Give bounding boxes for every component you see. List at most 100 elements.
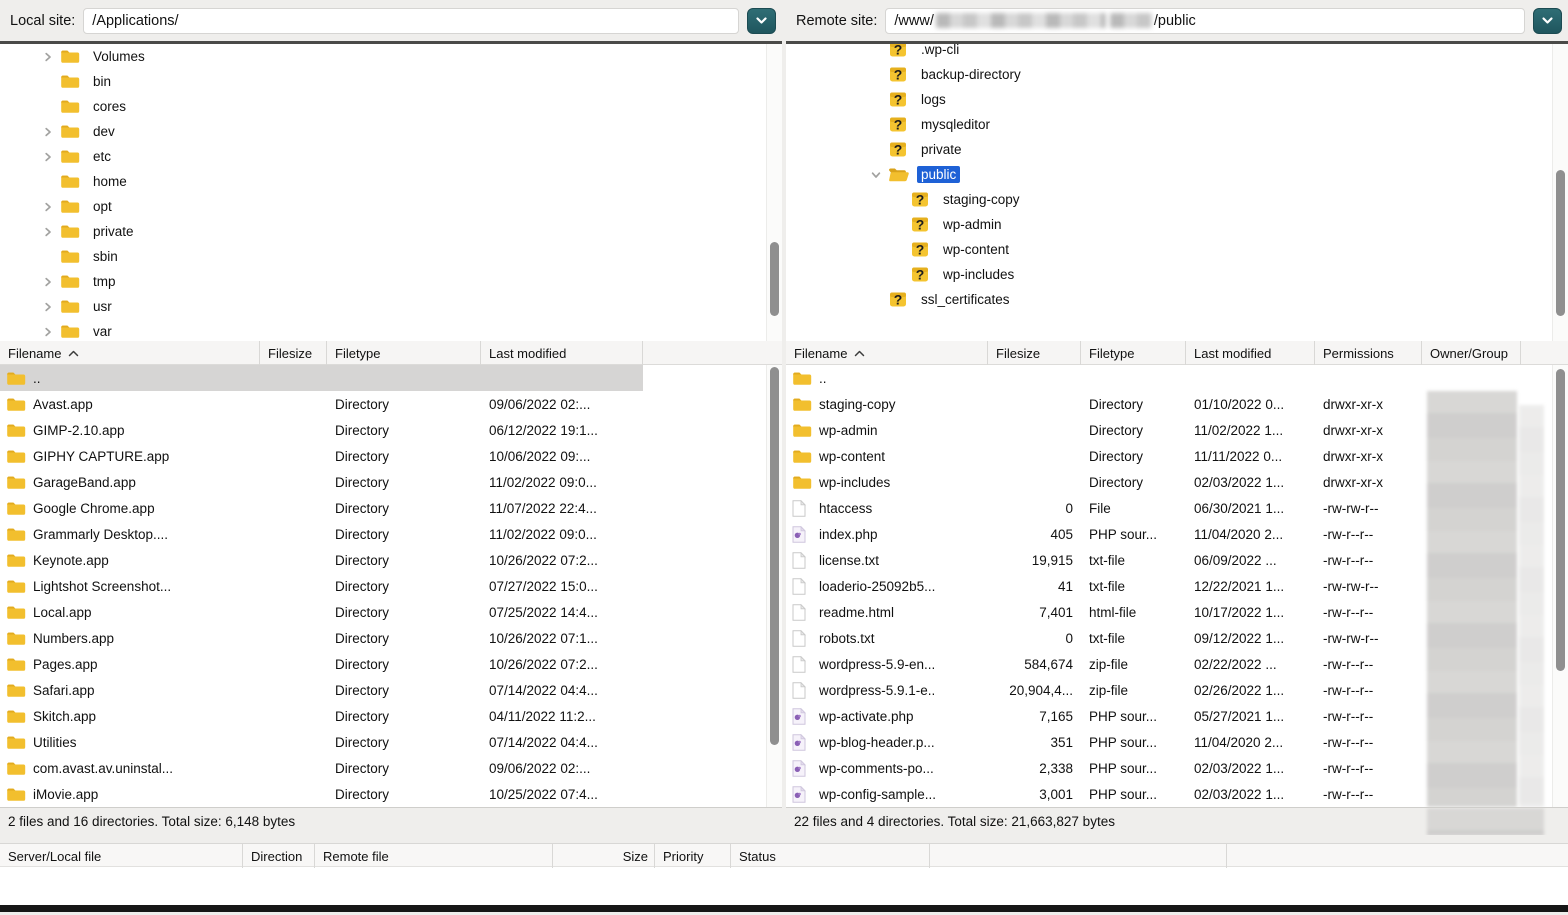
tree-item-logs[interactable]: ?logs xyxy=(786,87,1552,112)
modified-cell: 10/17/2022 1... xyxy=(1186,605,1315,620)
local-path-input[interactable]: /Applications/ xyxy=(83,8,739,34)
queue-column-header-priority[interactable]: Priority xyxy=(655,844,731,868)
column-header-last-modified[interactable]: Last modified xyxy=(1186,341,1315,365)
remote-tree-scrollbar[interactable] xyxy=(1552,44,1568,341)
tree-item-opt[interactable]: opt xyxy=(0,194,766,219)
local-path-value: /Applications/ xyxy=(92,13,178,29)
remote-tree-scrollbar-thumb[interactable] xyxy=(1556,170,1565,316)
type-cell: Directory xyxy=(327,787,481,802)
tree-expander[interactable] xyxy=(864,162,888,187)
tree-item-sbin[interactable]: sbin xyxy=(0,244,766,269)
file-row-Numbers.app[interactable]: Numbers.appDirectory10/26/2022 07:1... xyxy=(0,625,782,651)
file-row-Local.app[interactable]: Local.appDirectory07/25/2022 14:4... xyxy=(0,599,782,625)
chevron-right-icon xyxy=(43,127,53,137)
size-cell: 7,401 xyxy=(988,605,1081,620)
column-header-owner-group[interactable]: Owner/Group xyxy=(1422,341,1521,365)
file-row-Safari.app[interactable]: Safari.appDirectory07/14/2022 04:4... xyxy=(0,677,782,703)
column-header-filename[interactable]: Filename xyxy=(0,341,260,365)
transfer-queue-body[interactable] xyxy=(0,867,1568,905)
tree-item-home[interactable]: home xyxy=(0,169,766,194)
remote-path-input[interactable]: /www/ /public xyxy=(885,8,1525,34)
file-row-Utilities[interactable]: UtilitiesDirectory07/14/2022 04:4... xyxy=(0,729,782,755)
modified-cell: 01/10/2022 0... xyxy=(1186,397,1315,412)
tree-item-wp-includes[interactable]: ?wp-includes xyxy=(786,262,1552,287)
remote-path-dropdown-button[interactable] xyxy=(1533,8,1562,34)
tree-item-label: cores xyxy=(89,98,130,115)
tree-item-icon: ? xyxy=(888,44,910,58)
tree-item-mysqleditor[interactable]: ?mysqleditor xyxy=(786,112,1552,137)
column-header-last-modified[interactable]: Last modified xyxy=(481,341,643,365)
remote-list-scrollbar[interactable] xyxy=(1552,365,1568,807)
tree-item-wp-content[interactable]: ?wp-content xyxy=(786,237,1552,262)
file-row-Lightshot-Screenshot...[interactable]: Lightshot Screenshot...Directory07/27/20… xyxy=(0,573,782,599)
tree-item-etc[interactable]: etc xyxy=(0,144,766,169)
queue-column-header-direction[interactable]: Direction xyxy=(243,844,315,868)
file-row-..[interactable]: .. xyxy=(786,365,1568,391)
file-type-icon xyxy=(6,396,26,413)
file-row-GarageBand.app[interactable]: GarageBand.appDirectory11/02/2022 09:0..… xyxy=(0,469,782,495)
expander-spacer xyxy=(886,187,910,212)
local-path-dropdown-button[interactable] xyxy=(747,8,776,34)
file-row-Pages.app[interactable]: Pages.appDirectory10/26/2022 07:2... xyxy=(0,651,782,677)
tree-expander[interactable] xyxy=(36,294,60,319)
tree-item-usr[interactable]: usr xyxy=(0,294,766,319)
tree-expander[interactable] xyxy=(36,269,60,294)
column-header-permissions[interactable]: Permissions xyxy=(1315,341,1422,365)
local-list-scrollbar[interactable] xyxy=(766,365,782,807)
file-icon xyxy=(792,630,812,647)
tree-item-bin[interactable]: bin xyxy=(0,69,766,94)
tree-item-.wp-cli[interactable]: ?.wp-cli xyxy=(786,44,1552,62)
file-row-..[interactable]: .. xyxy=(0,365,782,391)
file-row-Skitch.app[interactable]: Skitch.appDirectory04/11/2022 11:2... xyxy=(0,703,782,729)
tree-item-tmp[interactable]: tmp xyxy=(0,269,766,294)
tree-item-dev[interactable]: dev xyxy=(0,119,766,144)
file-row-Avast.app[interactable]: Avast.appDirectory09/06/2022 02:... xyxy=(0,391,782,417)
file-row-iMovie.app[interactable]: iMovie.appDirectory10/25/2022 07:4... xyxy=(0,781,782,807)
file-row-GIPHY-CAPTURE.app[interactable]: GIPHY CAPTURE.appDirectory10/06/2022 09:… xyxy=(0,443,782,469)
tree-expander[interactable] xyxy=(36,144,60,169)
file-row-GIMP-2.10.app[interactable]: GIMP-2.10.appDirectory06/12/2022 19:1... xyxy=(0,417,782,443)
folder-icon xyxy=(792,396,812,412)
file-row-Keynote.app[interactable]: Keynote.appDirectory10/26/2022 07:2... xyxy=(0,547,782,573)
column-header-filetype[interactable]: Filetype xyxy=(1081,341,1186,365)
column-header-filename[interactable]: Filename xyxy=(786,341,988,365)
local-list-scrollbar-thumb[interactable] xyxy=(770,367,779,745)
tree-item-backup-directory[interactable]: ?backup-directory xyxy=(786,62,1552,87)
column-header-filesize[interactable]: Filesize xyxy=(988,341,1081,365)
remote-list-scrollbar-thumb[interactable] xyxy=(1556,369,1565,671)
size-cell: 20,904,4... xyxy=(988,683,1081,698)
file-row-Google-Chrome.app[interactable]: Google Chrome.appDirectory11/07/2022 22:… xyxy=(0,495,782,521)
local-tree-scrollbar-thumb[interactable] xyxy=(770,242,779,316)
queue-column-header-remote-file[interactable]: Remote file xyxy=(315,844,553,868)
column-header-label: Filesize xyxy=(268,346,312,361)
column-header-filetype[interactable]: Filetype xyxy=(327,341,481,365)
queue-column-header-size[interactable]: Size xyxy=(553,844,655,868)
tree-item-wp-admin[interactable]: ?wp-admin xyxy=(786,212,1552,237)
file-row-com.avast.av.uninstal...[interactable]: com.avast.av.uninstal...Directory09/06/2… xyxy=(0,755,782,781)
tree-expander[interactable] xyxy=(36,194,60,219)
queue-column-header-server-local-file[interactable]: Server/Local file xyxy=(0,844,243,868)
tree-expander[interactable] xyxy=(36,44,60,69)
tree-expander[interactable] xyxy=(36,119,60,144)
tree-item-Volumes[interactable]: Volumes xyxy=(0,44,766,69)
tree-item-label: private xyxy=(89,223,138,240)
tree-item-var[interactable]: var xyxy=(0,319,766,341)
tree-item-private[interactable]: ?private xyxy=(786,137,1552,162)
tree-item-private[interactable]: private xyxy=(0,219,766,244)
filename-text: wordpress-5.9-en... xyxy=(819,657,935,672)
tree-item-public[interactable]: public xyxy=(786,162,1552,187)
filename-cell: wp-includes xyxy=(786,474,988,491)
tree-item-label: mysqleditor xyxy=(917,116,994,133)
filename-text: wp-config-sample... xyxy=(819,787,936,802)
tree-item-ssl_certificates[interactable]: ?ssl_certificates xyxy=(786,287,1552,312)
permissions-cell: -rw-r--r-- xyxy=(1315,657,1422,672)
file-row-Grammarly-Desktop....[interactable]: Grammarly Desktop....Directory11/02/2022… xyxy=(0,521,782,547)
tree-expander[interactable] xyxy=(36,319,60,341)
tree-item-cores[interactable]: cores xyxy=(0,94,766,119)
column-header-filesize[interactable]: Filesize xyxy=(260,341,327,365)
tree-expander[interactable] xyxy=(36,219,60,244)
tree-item-staging-copy[interactable]: ?staging-copy xyxy=(786,187,1552,212)
local-tree-scrollbar[interactable] xyxy=(766,44,782,341)
queue-column-header-status[interactable]: Status xyxy=(731,844,930,868)
size-cell: 41 xyxy=(988,579,1081,594)
